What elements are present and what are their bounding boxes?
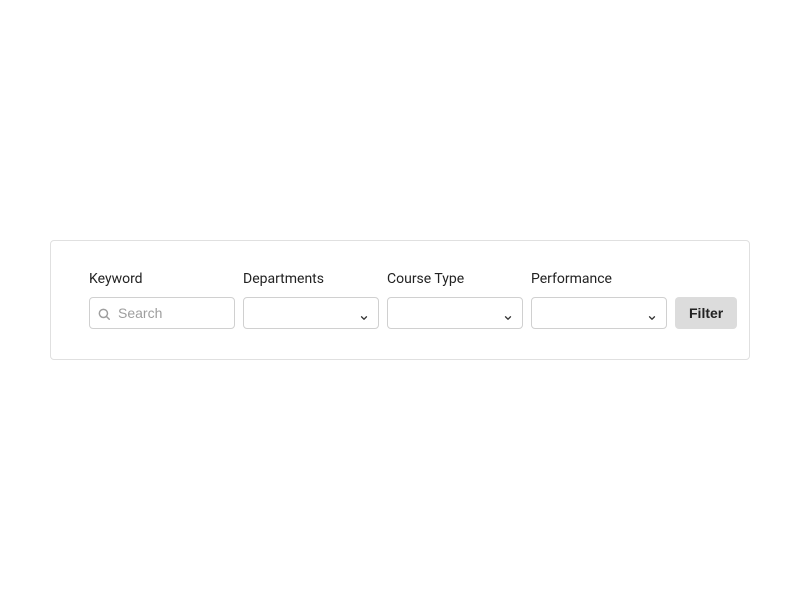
search-input[interactable]: [89, 297, 235, 329]
departments-select[interactable]: [243, 297, 379, 329]
departments-field: Departments: [243, 271, 379, 329]
performance-select-wrap: [531, 297, 667, 329]
filter-row: Keyword Departments: [89, 271, 711, 329]
performance-field: Performance: [531, 271, 667, 329]
keyword-label: Keyword: [89, 271, 235, 287]
keyword-field: Keyword: [89, 271, 235, 329]
performance-label: Performance: [531, 271, 667, 287]
departments-select-wrap: [243, 297, 379, 329]
performance-select[interactable]: [531, 297, 667, 329]
course-type-field: Course Type: [387, 271, 523, 329]
course-type-label: Course Type: [387, 271, 523, 287]
keyword-input-wrap: [89, 297, 235, 329]
departments-label: Departments: [243, 271, 379, 287]
course-type-select-wrap: [387, 297, 523, 329]
course-type-select[interactable]: [387, 297, 523, 329]
filter-panel: Keyword Departments: [50, 240, 750, 360]
filter-button[interactable]: Filter: [675, 297, 737, 329]
